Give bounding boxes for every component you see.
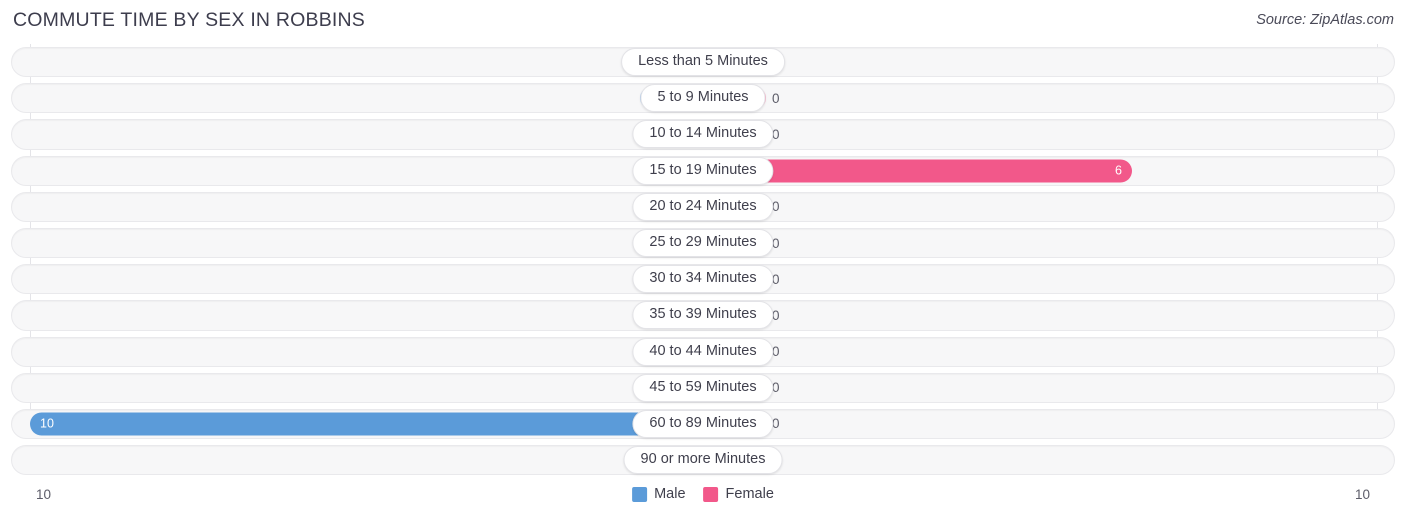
category-label: 40 to 44 Minutes [632, 337, 774, 366]
table-row: 0035 to 39 Minutes [0, 297, 1406, 333]
table-row: 0030 to 34 Minutes [0, 261, 1406, 297]
legend-label-male: Male [654, 486, 686, 502]
legend-item-male[interactable]: Male [632, 486, 686, 502]
bar-value-male: 10 [40, 416, 54, 431]
bar-rows: 00Less than 5 Minutes005 to 9 Minutes001… [0, 44, 1406, 478]
legend-label-female: Female [725, 486, 774, 502]
chart-legend: Male Female [632, 486, 774, 502]
source-attribution: Source: ZipAtlas.com [1256, 12, 1394, 28]
chart-footer: 10 Male Female 10 [0, 482, 1406, 522]
legend-item-female[interactable]: Female [703, 486, 774, 502]
category-label: 15 to 19 Minutes [632, 156, 774, 185]
bar-value-female: 6 [1115, 163, 1122, 178]
category-label: Less than 5 Minutes [621, 48, 785, 77]
bar-male: 10 [30, 412, 703, 436]
category-label: 25 to 29 Minutes [632, 229, 774, 258]
table-row: 0615 to 19 Minutes [0, 153, 1406, 189]
table-row: 0090 or more Minutes [0, 442, 1406, 478]
category-label: 30 to 34 Minutes [632, 265, 774, 294]
table-row: 005 to 9 Minutes [0, 80, 1406, 116]
category-label: 90 or more Minutes [623, 446, 783, 475]
table-row: 0040 to 44 Minutes [0, 334, 1406, 370]
table-row: 00Less than 5 Minutes [0, 44, 1406, 80]
axis-label-right: 10 [1354, 487, 1370, 502]
table-row: 0010 to 14 Minutes [0, 116, 1406, 152]
commute-time-chart: COMMUTE TIME BY SEX IN ROBBINS Source: Z… [0, 0, 1406, 522]
table-row: 0045 to 59 Minutes [0, 370, 1406, 406]
table-row: 10 0 60 to 89 Minutes [0, 406, 1406, 442]
legend-swatch-female-icon [703, 486, 719, 502]
category-label: 35 to 39 Minutes [632, 301, 774, 330]
axis-label-left: 10 [36, 487, 52, 502]
chart-header: COMMUTE TIME BY SEX IN ROBBINS Source: Z… [0, 0, 1406, 44]
plot-area: 00Less than 5 Minutes005 to 9 Minutes001… [0, 44, 1406, 482]
category-label: 20 to 24 Minutes [632, 192, 774, 221]
category-label: 60 to 89 Minutes [632, 409, 774, 438]
category-label: 45 to 59 Minutes [632, 373, 774, 402]
table-row: 0025 to 29 Minutes [0, 225, 1406, 261]
bar-value-female: 0 [772, 90, 780, 106]
page-title: COMMUTE TIME BY SEX IN ROBBINS [13, 9, 366, 31]
category-label: 5 to 9 Minutes [640, 84, 766, 113]
category-label: 10 to 14 Minutes [632, 120, 774, 149]
legend-swatch-male-icon [632, 486, 648, 502]
table-row: 0020 to 24 Minutes [0, 189, 1406, 225]
